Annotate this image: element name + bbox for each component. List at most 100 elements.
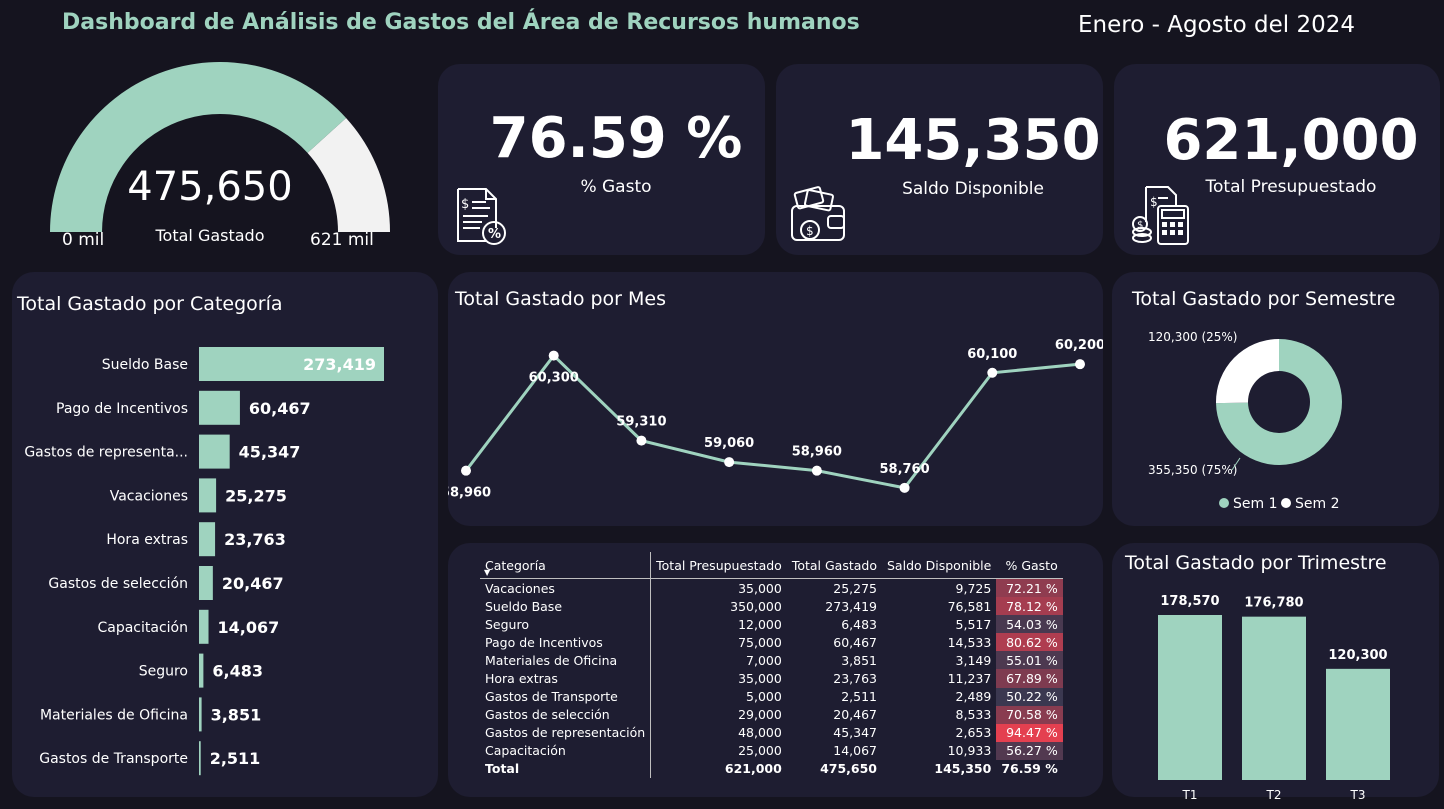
table-cell: 35,000: [738, 671, 782, 687]
month-point[interactable]: [724, 457, 735, 468]
month-data-label: 60,300: [529, 371, 579, 386]
quarter-bar[interactable]: [1158, 615, 1222, 780]
table-cell: 2,511: [841, 689, 877, 705]
kpi-card-budget[interactable]: 621,000 Total Presupuestado $ $: [1114, 64, 1440, 255]
table-cell: 55.01 %: [996, 651, 1063, 670]
category-bar[interactable]: [199, 522, 216, 557]
kpi-card-balance[interactable]: 145,350 Saldo Disponible $: [776, 64, 1103, 255]
table-cell: 475,650: [820, 761, 877, 777]
table-cell: 12,000: [738, 616, 782, 632]
semester-chart-card[interactable]: Total Gastado por Semestre 355,350 (75%)…: [1112, 272, 1439, 526]
svg-text:$: $: [1150, 195, 1158, 209]
gauge-max-label: 621 mil: [310, 230, 374, 250]
table-cell: 6,483: [841, 616, 877, 632]
category-bar[interactable]: [199, 609, 209, 644]
table-row[interactable]: Vacaciones 35,000 25,275 9,725 72.21 %: [480, 578, 1063, 598]
legend-item-label[interactable]: Sem 2: [1295, 496, 1340, 512]
month-point[interactable]: [636, 435, 647, 446]
table-cell: 2,653: [955, 725, 992, 741]
table-cell: Gastos de representación: [480, 723, 652, 742]
table-row[interactable]: Seguro 12,000 6,483 5,517 54.03 %: [480, 615, 1063, 634]
table-row[interactable]: Gastos de selección 29,000 20,467 8,533 70.5…: [480, 705, 1063, 724]
table-cell: 78.12 %: [996, 597, 1063, 616]
kpi-card-percent[interactable]: 76.59 % % Gasto $ %: [438, 64, 765, 255]
table-row[interactable]: Capacitación 25,000 14,067 10,933 56.27 %: [480, 741, 1063, 760]
table-row[interactable]: Sueldo Base 350,000 273,419 76,581 78.12 %: [480, 597, 1063, 616]
quarter-bar-chart[interactable]: 178,570 T1 176,780 T2 120,300 T3: [1112, 543, 1439, 809]
table-row[interactable]: Materiales de Oficina 7,000 3,851 3,149 55.0…: [480, 651, 1063, 670]
category-table[interactable]: Categoría ▼ Total Presupuestado Total Ga…: [480, 552, 1063, 779]
kpi-budget-value: 621,000: [1163, 108, 1419, 173]
col-header-pct[interactable]: % Gasto: [996, 552, 1063, 579]
quarter-bar[interactable]: [1326, 668, 1390, 780]
col-header-presupuestado[interactable]: Total Presupuestado: [650, 552, 787, 579]
table-row[interactable]: Pago de Incentivos 75,000 60,467 14,533 80.6…: [480, 633, 1063, 652]
month-data-label: 58,960: [792, 445, 842, 460]
table-cell: 48,000: [738, 725, 782, 741]
month-data-label: 58,960: [448, 486, 491, 501]
table-row[interactable]: Gastos de representación 48,000 45,347 2,65…: [480, 723, 1063, 742]
category-bar[interactable]: [199, 653, 204, 688]
month-point[interactable]: [811, 465, 822, 476]
col-header-categoria-label: Categoría: [485, 557, 546, 573]
svg-text:$: $: [461, 197, 469, 212]
table-cell: 56.27 %: [996, 741, 1063, 760]
col-header-gastado[interactable]: Total Gastado: [786, 552, 882, 579]
table-cell: 273,419: [825, 598, 877, 614]
category-bar[interactable]: [199, 434, 230, 469]
svg-text:$: $: [806, 224, 814, 238]
month-point[interactable]: [461, 465, 471, 476]
table-row[interactable]: Hora extras 35,000 23,763 11,237 67.89 %: [480, 669, 1063, 688]
table-cell: 50.22 %: [996, 687, 1063, 706]
table-cell: 5,517: [955, 616, 992, 632]
semester-slice[interactable]: [1216, 339, 1279, 404]
table-cell: 3,851: [841, 652, 877, 668]
legend-marker: [1219, 498, 1229, 508]
month-data-label: 59,060: [704, 436, 754, 451]
table-row[interactable]: Gastos de Transporte 5,000 2,511 2,489 50.22…: [480, 687, 1063, 706]
table-cell: 29,000: [738, 707, 782, 723]
category-bar[interactable]: [199, 566, 213, 600]
table-cell: 8,533: [955, 707, 992, 723]
table-cell: 10,933: [947, 743, 992, 759]
category-chart-card[interactable]: Total Gastado por Categoría Sueldo Base 2…: [12, 272, 438, 797]
month-point[interactable]: [548, 350, 559, 361]
category-bar[interactable]: [199, 741, 201, 776]
calculator-budget-icon: $ $: [1132, 186, 1189, 245]
month-point[interactable]: [987, 367, 998, 378]
category-bar-chart[interactable]: Sueldo Base 273,419 Pago de Incentivos 60,4…: [12, 327, 438, 797]
col-header-saldo[interactable]: Saldo Disponible: [882, 552, 997, 579]
table-cell: 2,489: [955, 689, 992, 705]
month-point[interactable]: [899, 482, 910, 493]
gauge-value: 475,650: [127, 164, 293, 210]
semester-slice-label: 120,300 (25%): [1148, 330, 1237, 344]
table-cell: Vacaciones: [480, 578, 652, 598]
table-cell: Total: [480, 759, 652, 779]
quarter-axis-label: T3: [1350, 788, 1366, 802]
table-cell: 60,467: [833, 634, 877, 650]
category-axis-label: Gastos de representa...: [24, 445, 188, 461]
semester-donut-chart[interactable]: 355,350 (75%) 120,300 (25%) Sem 1 Sem 2: [1112, 272, 1439, 526]
table-cell: Materiales de Oficina: [480, 651, 652, 670]
gauge-caption: Total Gastado: [155, 226, 265, 245]
month-chart-card[interactable]: Total Gastado por Mes 58,96060,30059,310…: [448, 272, 1103, 526]
legend-item-label[interactable]: Sem 1: [1233, 496, 1278, 512]
table-cell: 5,000: [746, 689, 782, 705]
quarter-chart-card[interactable]: Total Gastado por Trimestre 178,570 T1 176…: [1112, 543, 1439, 802]
category-bar[interactable]: [199, 478, 217, 513]
category-axis-label: Vacaciones: [110, 488, 188, 504]
month-line-chart[interactable]: 58,960 60,300 59,310 59,060 58,960 58,760 60,1…: [448, 272, 1103, 526]
table-cell: Capacitación: [480, 741, 652, 760]
category-data-label: 25,275: [225, 486, 287, 505]
category-axis-label: Materiales de Oficina: [40, 707, 188, 723]
month-point[interactable]: [1075, 359, 1085, 370]
category-bar[interactable]: [199, 697, 202, 732]
col-header-categoria[interactable]: Categoría ▼: [480, 552, 652, 579]
category-axis-label: Gastos de selección: [48, 576, 188, 592]
category-axis-label: Seguro: [139, 664, 188, 680]
table-cell: Gastos de Transporte: [480, 687, 652, 706]
table-total-row[interactable]: Total 621,000 475,650 145,350 76.59 %: [480, 759, 1063, 779]
table-cell: 3,149: [955, 652, 992, 668]
quarter-bar[interactable]: [1242, 616, 1306, 780]
category-bar[interactable]: [199, 390, 240, 425]
